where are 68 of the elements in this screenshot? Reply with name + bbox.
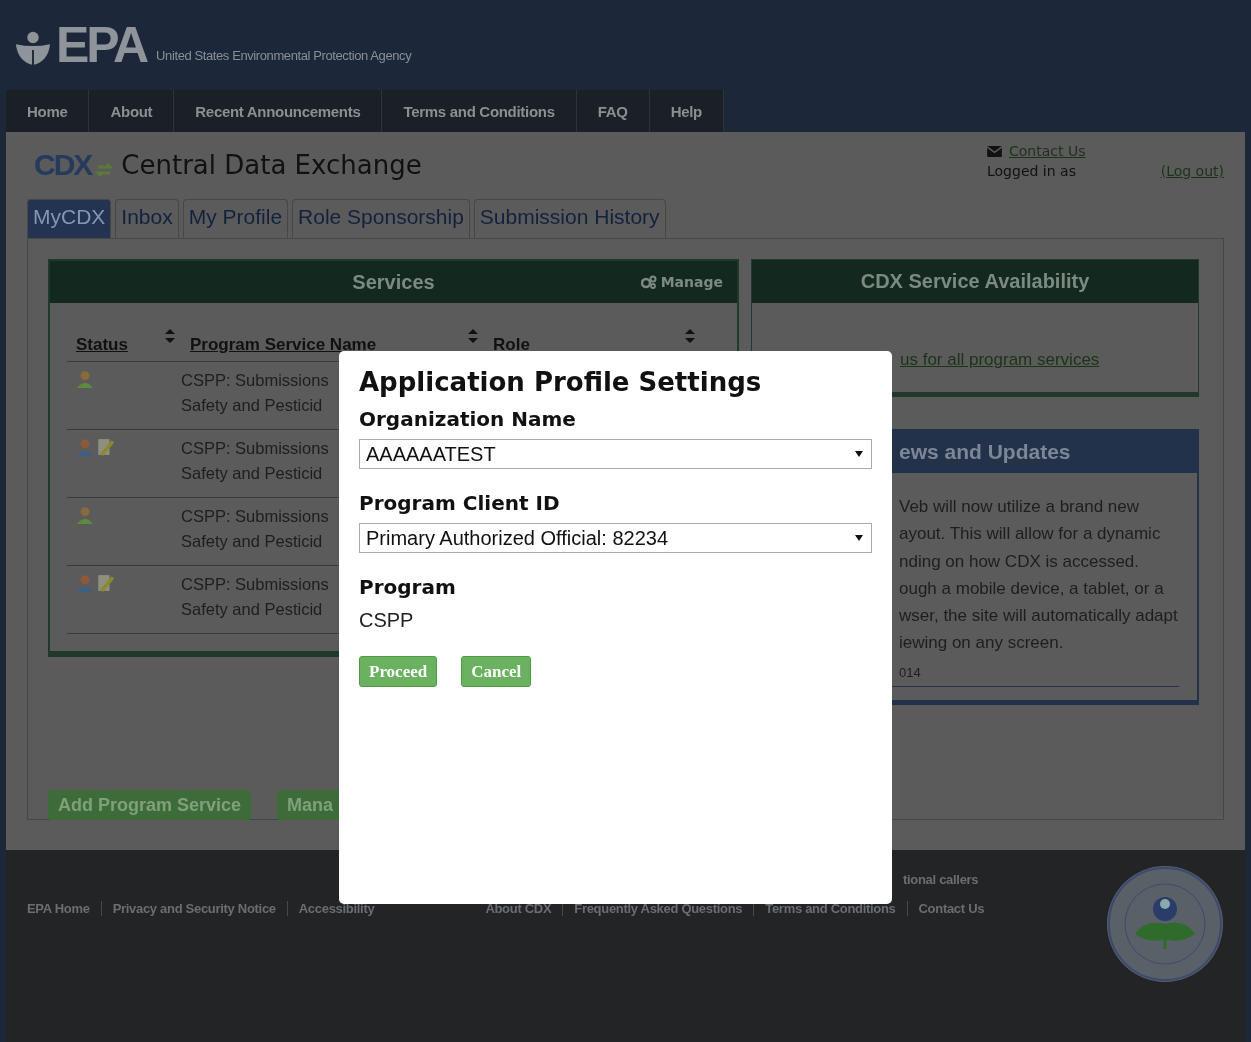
table-cell-text: Safety and Pesticid — [181, 532, 324, 551]
logged-in-label: Logged in as — [987, 163, 1076, 179]
nav-link[interactable]: Terms and Conditions — [382, 90, 577, 132]
field-label: Program — [359, 575, 456, 599]
logo-text: EPA — [56, 15, 147, 74]
person-icon — [76, 438, 94, 456]
nav-link[interactable]: Help — [649, 90, 724, 132]
contact-link[interactable]: Contact Us — [1009, 143, 1086, 159]
footer-text: tional callers — [903, 872, 980, 887]
news-text: ough a mobile device, a tablet, or a — [899, 577, 1165, 600]
person-icon — [76, 574, 94, 592]
panel-title: Services — [352, 270, 435, 294]
person-icon — [76, 506, 94, 524]
footer-link[interactable]: Privacy and Security Notice — [100, 901, 287, 916]
table-cell-text: Safety and Pesticid — [181, 600, 324, 619]
action-button[interactable]: Add Program Service — [48, 790, 252, 820]
nav-link[interactable]: FAQ — [576, 90, 650, 132]
note-pencil-icon — [96, 574, 114, 592]
caret-icon — [855, 451, 863, 457]
news-text: nding on how CDX is accessed. — [899, 550, 1141, 573]
tab[interactable]: Inbox — [115, 199, 179, 238]
news-text: ayout. This will allow for a dynamic — [899, 523, 1162, 546]
agency-name: United States Environmental Protection Agency — [156, 48, 412, 63]
news-text: iewing on any screen. — [899, 632, 1065, 655]
footer-link[interactable]: EPA Home — [27, 901, 101, 916]
column-header[interactable]: Role — [493, 335, 530, 355]
table-cell: CSPP: Submissions — [181, 575, 329, 594]
table-cell: CSPP: Submissions — [181, 439, 329, 458]
tab[interactable]: Submission History — [473, 199, 666, 238]
status-link[interactable]: us for all program services — [900, 350, 1100, 369]
envelope-icon — [987, 145, 1002, 157]
dropdown-field[interactable]: AAAAAATEST — [359, 439, 872, 469]
note-pencil-icon — [96, 438, 114, 456]
caret-icon — [855, 535, 863, 541]
table-cell: CSPP: Submissions — [181, 507, 329, 526]
tab[interactable]: Role Sponsorship — [292, 199, 470, 238]
dropdown-field[interactable]: Primary Authorized Official: 82234 — [359, 523, 872, 553]
gears-icon — [640, 275, 657, 289]
person-icon — [76, 370, 94, 388]
news-text: Veb will now utilize a brand new — [899, 496, 1141, 518]
table-cell-text: Safety and Pesticid — [181, 396, 324, 415]
manage-link[interactable]: Manage — [640, 274, 723, 290]
field-label: Organization Name — [359, 407, 576, 431]
tab[interactable]: MyCDX — [27, 199, 112, 238]
sort-icon[interactable] — [165, 329, 175, 343]
exchange-arrows-icon — [94, 160, 115, 180]
field-value: CSPP — [359, 609, 414, 632]
sort-icon[interactable] — [468, 329, 478, 343]
panel-title: ews and Updates — [899, 440, 1071, 464]
column-header[interactable]: Program Service Name — [190, 335, 377, 355]
news-text: wser, the site will automatically adapt — [899, 605, 1179, 628]
field-label: Program Client ID — [359, 491, 560, 515]
table-cell-text: Safety and Pesticid — [181, 464, 324, 483]
nav-link[interactable]: Home — [6, 90, 90, 132]
panel-title: CDX Service Availability — [860, 270, 1090, 293]
nav-link[interactable]: Recent Announcements — [174, 90, 383, 132]
nav-link[interactable]: About — [89, 90, 175, 132]
footer-link[interactable]: About CDX — [485, 901, 563, 916]
tab[interactable]: My Profile — [182, 199, 289, 238]
page-title: Central Data Exchange — [121, 150, 422, 180]
footer-link[interactable]: Contact Us — [906, 901, 996, 916]
table-cell: CSPP: Submissions — [181, 371, 329, 390]
column-header[interactable]: Status — [76, 335, 128, 355]
logout-link[interactable]: (Log out) — [1160, 163, 1224, 179]
dialog-button[interactable]: Cancel — [461, 656, 532, 687]
dialog-title: Application Profile Settings — [359, 367, 762, 397]
sort-icon[interactable] — [685, 329, 695, 343]
dialog-button[interactable]: Proceed — [359, 656, 438, 687]
